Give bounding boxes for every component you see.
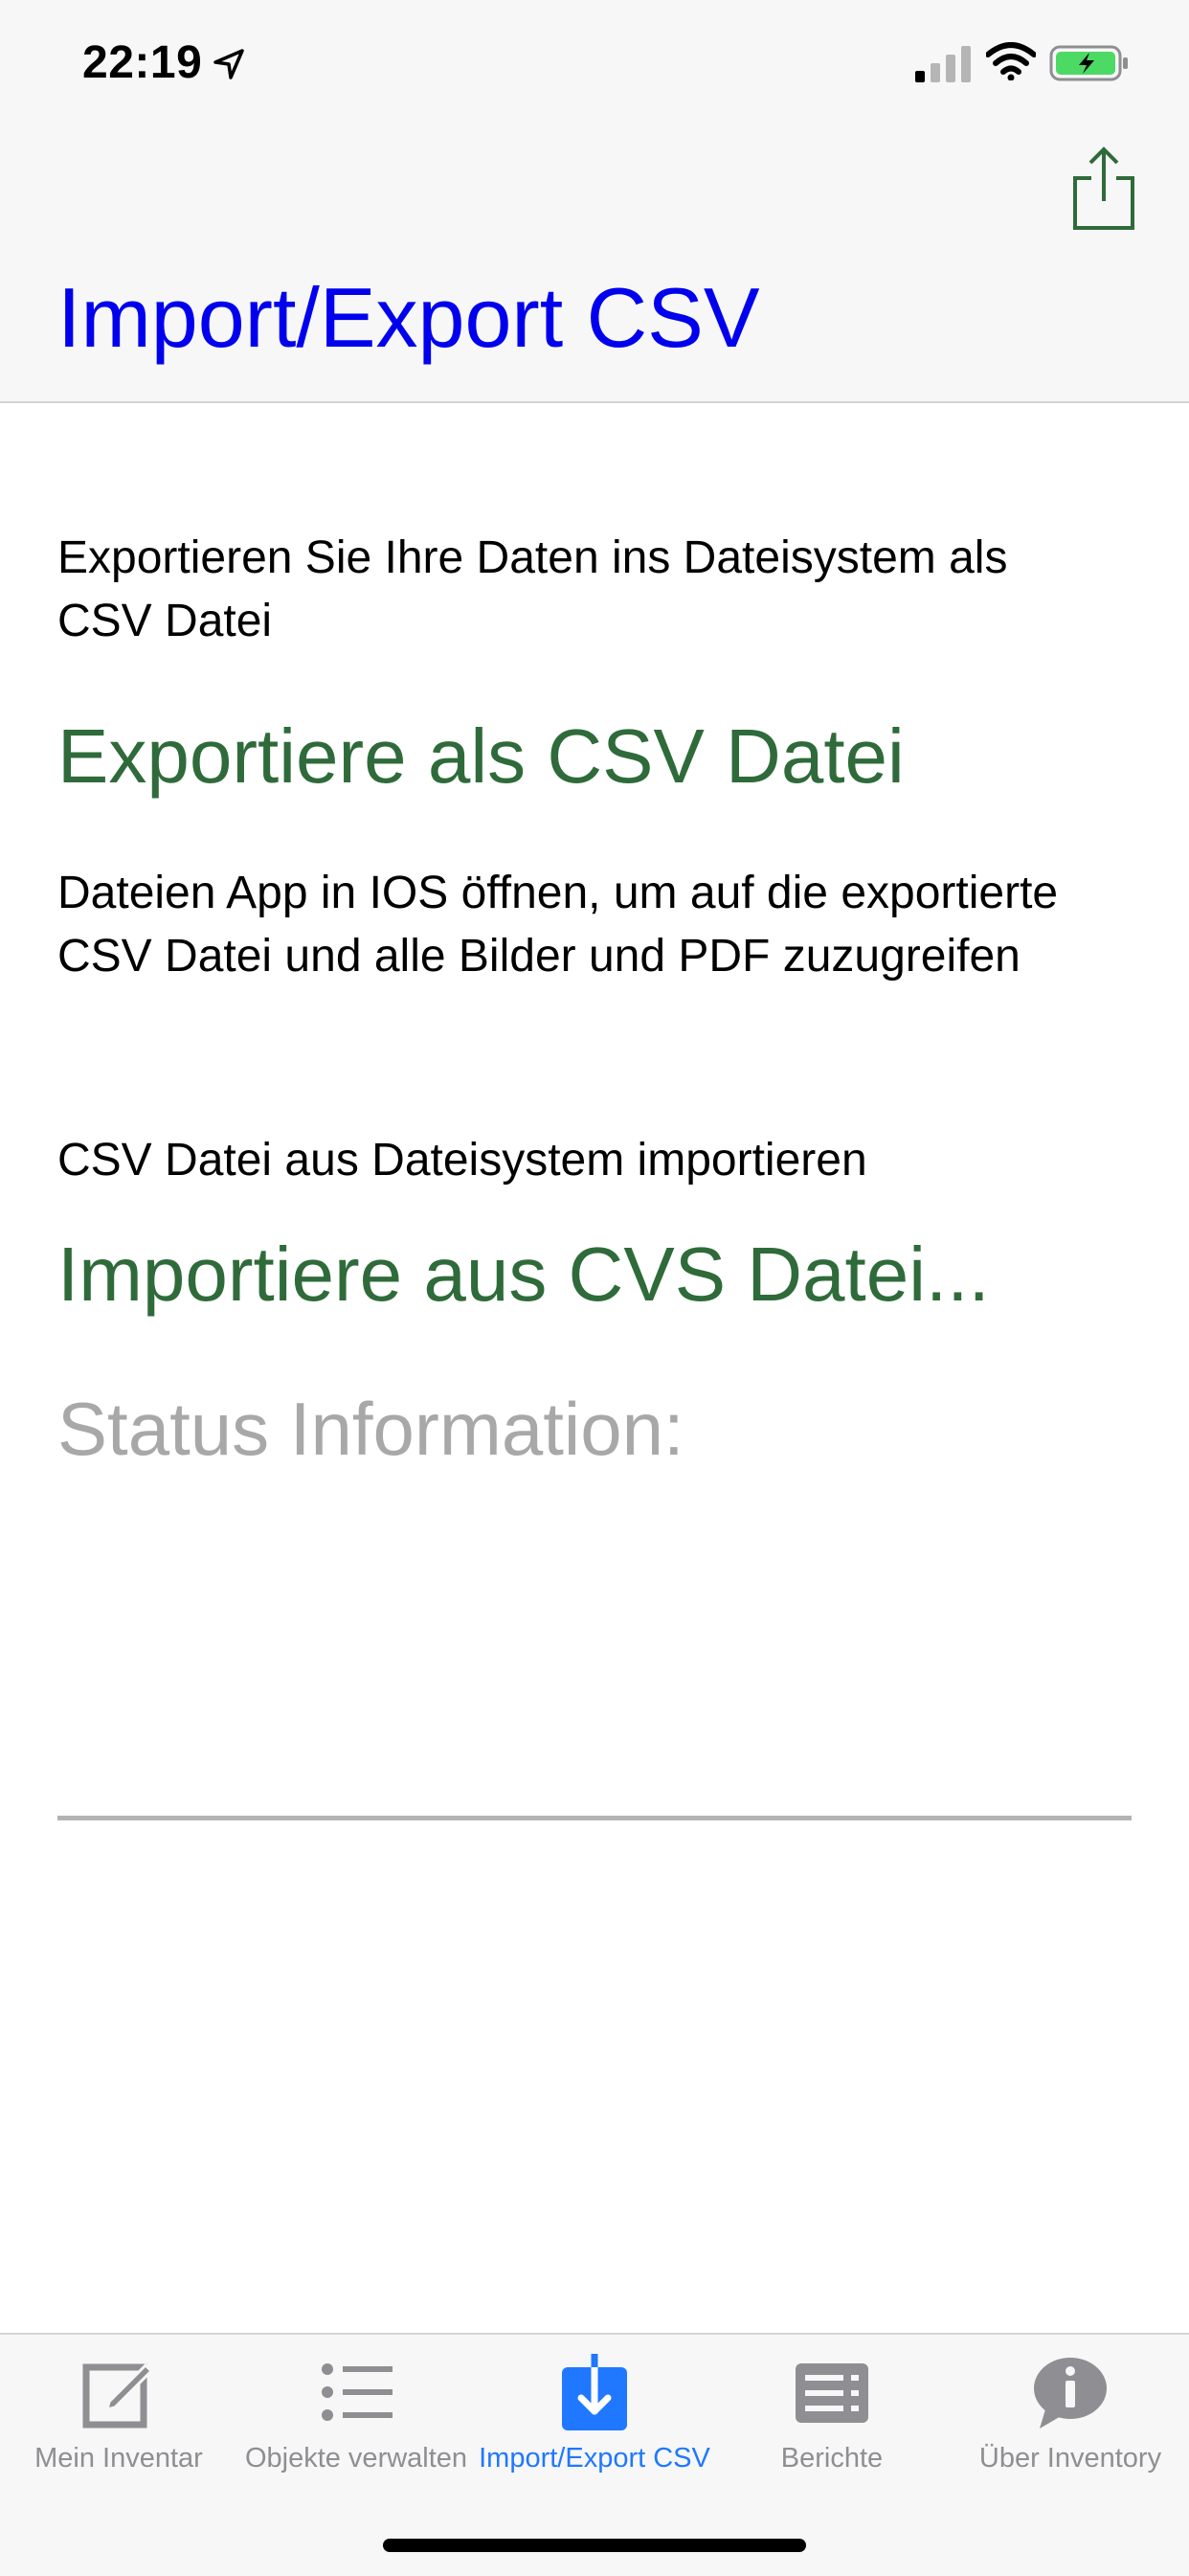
location-icon [213, 49, 244, 79]
compose-icon [82, 2362, 154, 2429]
tab-label: Import/Export CSV [479, 2443, 710, 2474]
tab-mein-inventar[interactable]: Mein Inventar [0, 2335, 237, 2497]
files-app-hint: Dateien App in IOS öffnen, um auf die ex… [57, 868, 1059, 982]
tab-label: Über Inventory [978, 2443, 1162, 2474]
tab-import-export-csv[interactable]: Import/Export CSV [476, 2335, 713, 2497]
tab-label: Objekte verwalten [244, 2443, 468, 2474]
export-csv-button[interactable]: Exportiere als CSV Datei [57, 718, 905, 795]
list-icon [322, 2363, 393, 2421]
wifi-icon [986, 42, 1036, 80]
home-indicator[interactable] [383, 2539, 806, 2552]
navigation-bar: Import/Export CSV [0, 126, 1189, 403]
import-csv-button[interactable]: Importiere aus CVS Datei... [57, 1236, 990, 1313]
export-description: Exportieren Sie Ihre Daten ins Dateisyst… [57, 532, 1008, 646]
tab-ueber-inventory[interactable]: Über Inventory [952, 2335, 1189, 2497]
cellular-signal-icon [915, 46, 971, 82]
status-divider [57, 1816, 1132, 1820]
status-bar: 22:19 [0, 0, 1189, 126]
info-icon [1034, 2358, 1107, 2429]
status-time: 22:19 [82, 37, 203, 88]
tab-bar: Mein Inventar Objekte verwalten Import/E… [0, 2333, 1189, 2576]
battery-charging-icon [1049, 45, 1128, 81]
download-icon [562, 2354, 627, 2430]
import-description: CSV Datei aus Dateisystem importieren [57, 1135, 867, 1186]
tab-objekte-verwalten[interactable]: Objekte verwalten [237, 2335, 475, 2497]
page-title: Import/Export CSV [57, 270, 760, 365]
tab-label: Berichte [780, 2443, 884, 2474]
tab-berichte[interactable]: Berichte [713, 2335, 951, 2497]
share-icon[interactable] [1070, 146, 1137, 232]
status-information-label: Status Information: [57, 1387, 684, 1471]
status-text-area[interactable] [57, 1488, 1132, 1728]
report-icon [796, 2363, 868, 2423]
